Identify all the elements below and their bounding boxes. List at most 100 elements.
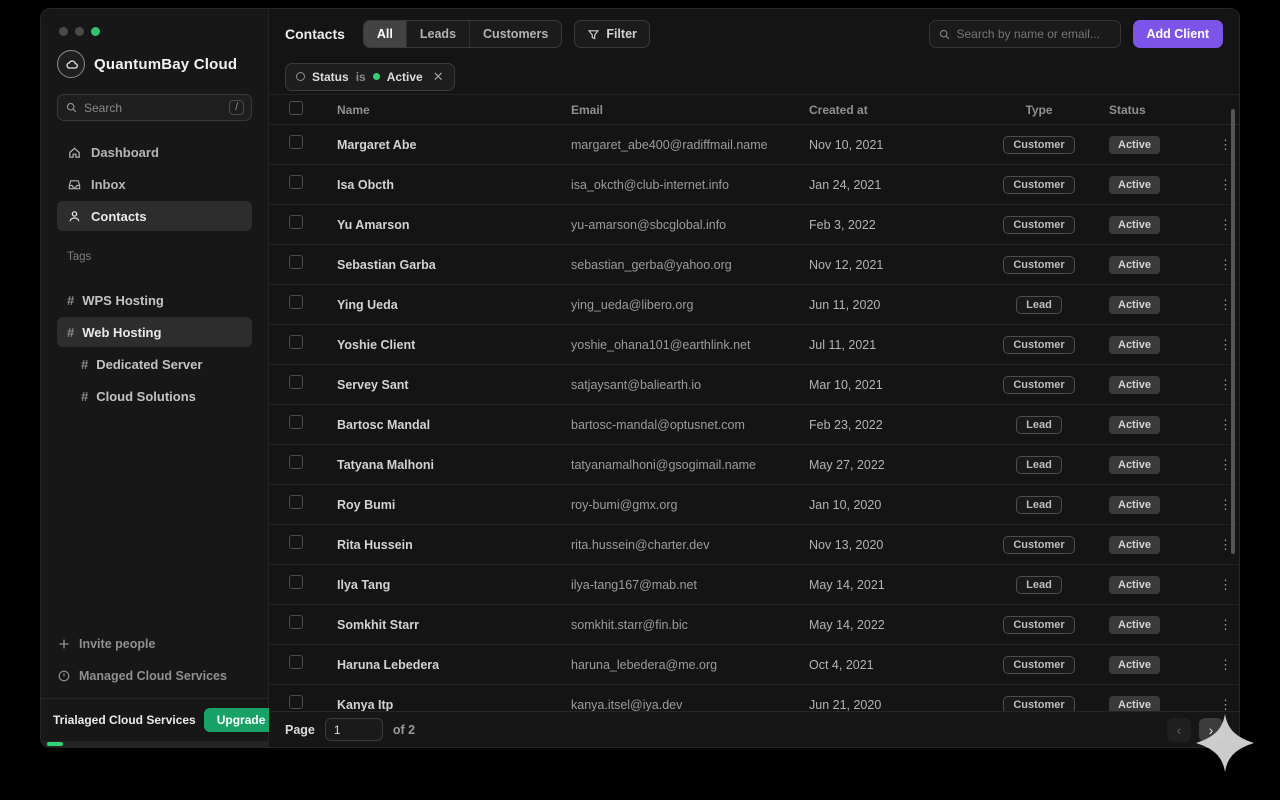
type-badge: Customer bbox=[1003, 376, 1074, 394]
sparkle-cursor-icon bbox=[1194, 712, 1256, 774]
table-row[interactable]: Tatyana Malhonitatyanamalhoni@gsogimail.… bbox=[269, 445, 1239, 485]
status-badge: Active bbox=[1109, 336, 1160, 354]
minimize-window-button[interactable] bbox=[75, 27, 84, 36]
tab-all[interactable]: All bbox=[364, 21, 407, 47]
table-row[interactable]: Ying Uedaying_ueda@libero.orgJun 11, 202… bbox=[269, 285, 1239, 325]
table-row[interactable]: Rita Husseinrita.hussein@charter.devNov … bbox=[269, 525, 1239, 565]
desktop-background: QuantumBay Cloud / DashboardInboxContact… bbox=[0, 0, 1280, 800]
row-checkbox[interactable] bbox=[289, 615, 303, 629]
type-badge: Customer bbox=[1003, 216, 1074, 234]
table-row[interactable]: Haruna Lebederaharuna_lebedera@me.orgOct… bbox=[269, 645, 1239, 685]
column-header-created: Created at bbox=[809, 103, 969, 117]
close-window-button[interactable] bbox=[59, 27, 68, 36]
status-badge: Active bbox=[1109, 136, 1160, 154]
contact-created-at: May 14, 2021 bbox=[809, 578, 969, 592]
contact-email: kanya.itsel@iya.dev bbox=[571, 698, 809, 712]
row-checkbox[interactable] bbox=[289, 695, 303, 709]
zoom-window-button[interactable] bbox=[91, 27, 100, 36]
row-menu-icon[interactable]: ⋮ bbox=[1215, 657, 1236, 672]
status-filter-chip[interactable]: Status is Active ✕ bbox=[285, 63, 455, 91]
sidebar-footer-managed-cloud-services[interactable]: Managed Cloud Services bbox=[57, 662, 252, 690]
row-checkbox[interactable] bbox=[289, 215, 303, 229]
filter-button[interactable]: Filter bbox=[574, 20, 650, 48]
sidebar-search[interactable]: / bbox=[57, 94, 252, 121]
contact-name: Ilya Tang bbox=[337, 578, 571, 592]
row-checkbox[interactable] bbox=[289, 495, 303, 509]
status-ring-icon bbox=[296, 72, 305, 81]
contacts-search-input[interactable] bbox=[957, 27, 1112, 41]
table-row[interactable]: Sebastian Garbasebastian_gerba@yahoo.org… bbox=[269, 245, 1239, 285]
row-checkbox[interactable] bbox=[289, 455, 303, 469]
row-checkbox[interactable] bbox=[289, 295, 303, 309]
sidebar-footer-invite-people[interactable]: Invite people bbox=[57, 630, 252, 658]
contacts-search[interactable] bbox=[929, 20, 1121, 48]
contact-email: satjaysant@baliearth.io bbox=[571, 378, 809, 392]
search-shortcut-key: / bbox=[229, 100, 244, 115]
sidebar-tags: #WPS Hosting#Web Hosting#Dedicated Serve… bbox=[57, 285, 252, 411]
sidebar-nav: DashboardInboxContacts bbox=[57, 137, 252, 231]
contact-created-at: May 27, 2022 bbox=[809, 458, 969, 472]
row-checkbox[interactable] bbox=[289, 255, 303, 269]
row-checkbox[interactable] bbox=[289, 415, 303, 429]
vertical-scrollbar[interactable] bbox=[1231, 109, 1235, 554]
type-badge: Customer bbox=[1003, 536, 1074, 554]
page-number-input[interactable] bbox=[325, 718, 383, 741]
contact-created-at: Mar 10, 2021 bbox=[809, 378, 969, 392]
table-row[interactable]: Kanya Itpkanya.itsel@iya.devJun 21, 2020… bbox=[269, 685, 1239, 711]
table-row[interactable]: Servey Santsatjaysant@baliearth.ioMar 10… bbox=[269, 365, 1239, 405]
column-header-status: Status bbox=[1109, 103, 1215, 117]
row-menu-icon[interactable]: ⋮ bbox=[1215, 697, 1236, 712]
row-checkbox[interactable] bbox=[289, 535, 303, 549]
type-badge: Customer bbox=[1003, 656, 1074, 674]
table-row[interactable]: Yu Amarsonyu-amarson@sbcglobal.infoFeb 3… bbox=[269, 205, 1239, 245]
table-row[interactable]: Margaret Abemargaret_abe400@radiffmail.n… bbox=[269, 125, 1239, 165]
contact-email: sebastian_gerba@yahoo.org bbox=[571, 258, 809, 272]
contact-created-at: Oct 4, 2021 bbox=[809, 658, 969, 672]
row-checkbox[interactable] bbox=[289, 575, 303, 589]
contact-email: isa_okcth@club-internet.info bbox=[571, 178, 809, 192]
type-badge: Customer bbox=[1003, 256, 1074, 274]
remove-filter-icon[interactable]: ✕ bbox=[433, 69, 444, 85]
table-row[interactable]: Roy Bumiroy-bumi@gmx.orgJan 10, 2020Lead… bbox=[269, 485, 1239, 525]
contact-email: somkhit.starr@fin.bic bbox=[571, 618, 809, 632]
previous-page-button[interactable]: ‹ bbox=[1167, 718, 1191, 742]
row-checkbox[interactable] bbox=[289, 655, 303, 669]
tag-item-web-hosting[interactable]: #Web Hosting bbox=[57, 317, 252, 347]
sidebar-item-inbox[interactable]: Inbox bbox=[57, 169, 252, 199]
sidebar-search-input[interactable] bbox=[84, 101, 223, 115]
type-badge: Customer bbox=[1003, 616, 1074, 634]
row-menu-icon[interactable]: ⋮ bbox=[1215, 577, 1236, 592]
table-row[interactable]: Yoshie Clientyoshie_ohana101@earthlink.n… bbox=[269, 325, 1239, 365]
tag-item-dedicated-server[interactable]: #Dedicated Server bbox=[71, 349, 252, 379]
table-row[interactable]: Isa Obcthisa_okcth@club-internet.infoJan… bbox=[269, 165, 1239, 205]
table-row[interactable]: Somkhit Starrsomkhit.starr@fin.bicMay 14… bbox=[269, 605, 1239, 645]
row-checkbox[interactable] bbox=[289, 335, 303, 349]
contact-name: Yu Amarson bbox=[337, 218, 571, 232]
tag-label: Dedicated Server bbox=[96, 357, 202, 372]
tag-item-wps-hosting[interactable]: #WPS Hosting bbox=[57, 285, 252, 315]
status-badge: Active bbox=[1109, 696, 1160, 711]
upgrade-button[interactable]: Upgrade bbox=[204, 708, 279, 732]
tag-label: Cloud Solutions bbox=[96, 389, 196, 404]
add-client-button[interactable]: Add Client bbox=[1133, 20, 1224, 48]
tab-leads[interactable]: Leads bbox=[407, 21, 470, 47]
tab-customers[interactable]: Customers bbox=[470, 21, 561, 47]
row-checkbox[interactable] bbox=[289, 135, 303, 149]
trial-progress-track bbox=[41, 741, 268, 747]
status-badge: Active bbox=[1109, 296, 1160, 314]
table-row[interactable]: Bartosc Mandalbartosc-mandal@optusnet.co… bbox=[269, 405, 1239, 445]
funnel-icon bbox=[587, 28, 600, 41]
sidebar-item-dashboard[interactable]: Dashboard bbox=[57, 137, 252, 167]
contact-name: Yoshie Client bbox=[337, 338, 571, 352]
row-checkbox[interactable] bbox=[289, 175, 303, 189]
sidebar-item-contacts[interactable]: Contacts bbox=[57, 201, 252, 231]
table-row[interactable]: Ilya Tangilya-tang167@mab.netMay 14, 202… bbox=[269, 565, 1239, 605]
contact-name: Tatyana Malhoni bbox=[337, 458, 571, 472]
row-checkbox[interactable] bbox=[289, 375, 303, 389]
row-menu-icon[interactable]: ⋮ bbox=[1215, 617, 1236, 632]
tag-item-cloud-solutions[interactable]: #Cloud Solutions bbox=[71, 381, 252, 411]
contact-created-at: Nov 13, 2020 bbox=[809, 538, 969, 552]
select-all-checkbox[interactable] bbox=[289, 101, 303, 115]
contact-email: margaret_abe400@radiffmail.name bbox=[571, 138, 809, 152]
column-header-name: Name bbox=[337, 103, 571, 117]
